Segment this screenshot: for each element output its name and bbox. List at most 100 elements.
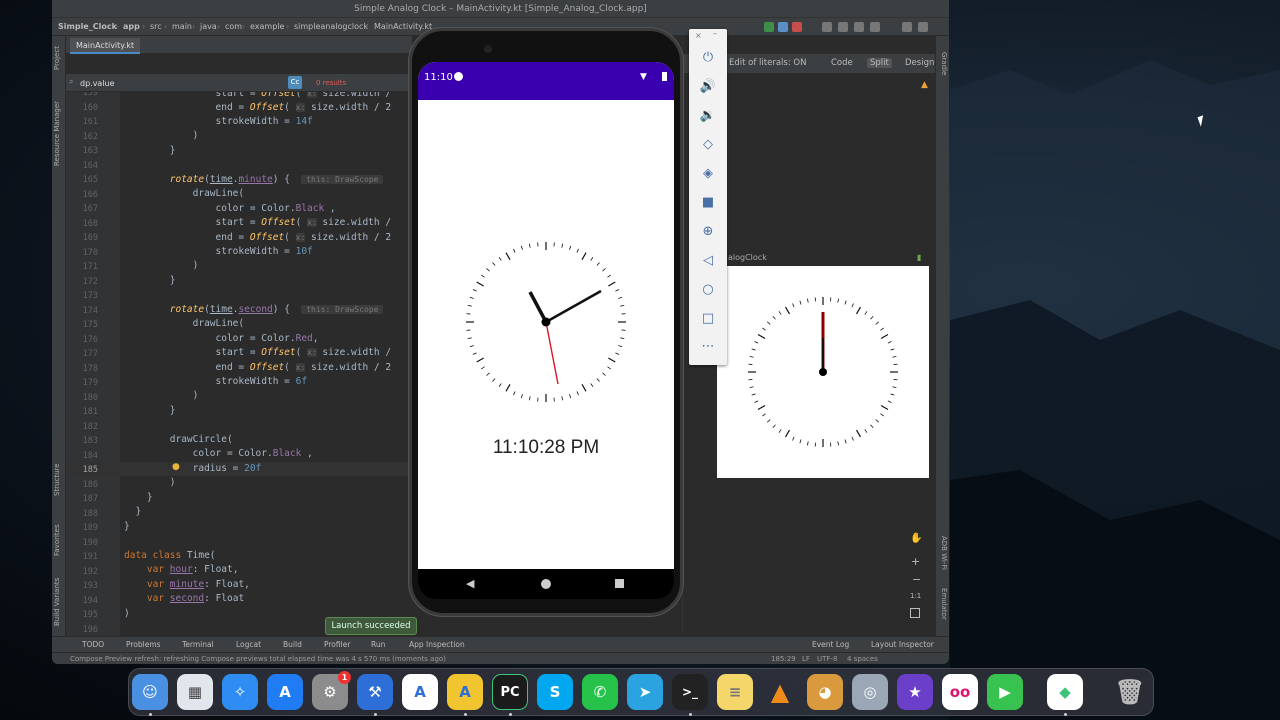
screenshot-icon[interactable]: ■: [698, 193, 718, 213]
find-input[interactable]: [80, 76, 270, 90]
pycharm-icon[interactable]: PC: [492, 674, 528, 710]
breadcrumb-java[interactable]: java: [200, 18, 217, 36]
breadcrumb-example[interactable]: example: [250, 18, 284, 36]
compose-preview-clock[interactable]: [717, 266, 929, 478]
breadcrumb-app[interactable]: app: [123, 18, 140, 36]
system-preferences-icon[interactable]: ⚙ 1: [312, 671, 351, 710]
tab-mainactivity[interactable]: MainActivity.kt: [70, 38, 141, 54]
volume-down-icon[interactable]: 🔉: [698, 106, 718, 126]
tool-structure[interactable]: Structure: [53, 463, 61, 496]
breadcrumb-project[interactable]: Simple_Clock: [58, 18, 117, 36]
tool-gradle[interactable]: Gradle: [940, 52, 948, 75]
zoom-in-icon[interactable]: +: [911, 555, 920, 568]
search-icon[interactable]: [902, 22, 912, 32]
tool-build-variants[interactable]: Build Variants: [53, 578, 61, 626]
flickr-icon[interactable]: oo: [942, 674, 978, 710]
tool-project[interactable]: Project: [53, 46, 61, 70]
terminal-icon[interactable]: >_: [672, 674, 708, 710]
preview-deploy-icon[interactable]: ▮: [917, 253, 921, 262]
finder-icon[interactable]: ☺: [132, 674, 168, 710]
android-studio-icon[interactable]: A: [447, 674, 483, 710]
code-view-button[interactable]: Code: [831, 58, 853, 68]
skype-icon[interactable]: S: [537, 674, 573, 710]
sdk-manager-icon[interactable]: [854, 22, 864, 32]
tool-build[interactable]: Build: [283, 637, 302, 653]
zoom-reset-button[interactable]: 1:1: [910, 592, 921, 600]
breadcrumb-com[interactable]: com: [225, 18, 242, 36]
tool-resource-manager[interactable]: Resource Manager: [53, 101, 61, 166]
avd-manager-icon[interactable]: [838, 22, 848, 32]
file-encoding[interactable]: UTF-8: [817, 653, 837, 664]
screen-capture-icon[interactable]: ◎: [852, 674, 888, 710]
tool-run[interactable]: Run: [371, 637, 385, 653]
tool-adb-wifi[interactable]: ADB Wi-Fi: [940, 536, 948, 570]
split-view-button[interactable]: Split: [867, 58, 892, 68]
volume-up-icon[interactable]: 🔊: [698, 77, 718, 97]
breadcrumb-main[interactable]: main: [172, 18, 192, 36]
facetime-icon[interactable]: ▶: [987, 674, 1023, 710]
clock-tick: [751, 348, 756, 351]
design-view-button[interactable]: Design: [905, 58, 934, 68]
tool-terminal[interactable]: Terminal: [182, 637, 214, 653]
cyberduck-icon[interactable]: ◕: [807, 674, 843, 710]
literals-toggle[interactable]: Edit of literals: ON: [729, 58, 806, 68]
clock-tick: [784, 429, 791, 438]
line-separator[interactable]: LF: [802, 653, 810, 664]
vlc-icon[interactable]: ▲: [762, 674, 798, 710]
more-icon[interactable]: ⋯: [698, 337, 718, 357]
settings-icon[interactable]: [918, 22, 928, 32]
zoom-icon[interactable]: ⊕: [698, 222, 718, 242]
debug-icon[interactable]: [778, 22, 788, 32]
breadcrumb-src[interactable]: src: [150, 18, 162, 36]
back-icon[interactable]: ◀: [466, 577, 474, 590]
tool-emulator[interactable]: Emulator: [940, 588, 948, 620]
tool-app-inspection[interactable]: App Inspection: [409, 637, 465, 653]
tool-profiler[interactable]: Profiler: [324, 637, 350, 653]
caret-position[interactable]: 185:29: [771, 653, 796, 664]
battery-icon: [662, 72, 667, 81]
clock-tick: [792, 436, 795, 441]
telegram-icon[interactable]: ➤: [627, 674, 663, 710]
home-icon[interactable]: [541, 579, 551, 589]
code-editor[interactable]: 159 160 161 162 163 164 165 166 167 168 169 170 171 1…: [66, 92, 412, 636]
back-icon[interactable]: ◁: [698, 251, 718, 271]
app-store-icon[interactable]: A: [267, 674, 303, 710]
imovie-icon[interactable]: ★: [897, 674, 933, 710]
phone-screen[interactable]: 11:10 ▼ 11:10:28 PM: [418, 62, 674, 569]
sync-icon[interactable]: [822, 22, 832, 32]
trash-icon[interactable]: 🗑: [1112, 674, 1148, 710]
minimize-icon[interactable]: –: [713, 29, 717, 38]
indent-setting[interactable]: 4 spaces: [847, 653, 878, 664]
power-icon[interactable]: ⏻: [698, 48, 718, 68]
zoom-fit-icon[interactable]: [910, 608, 920, 618]
overview-icon[interactable]: □: [698, 309, 718, 329]
rotate-right-icon[interactable]: ◈: [698, 164, 718, 184]
close-icon[interactable]: ×: [695, 31, 702, 40]
whatsapp-icon[interactable]: ✆: [582, 674, 618, 710]
android-studio-alt-icon[interactable]: A: [402, 674, 438, 710]
tool-layout-inspector[interactable]: Layout Inspector: [871, 637, 934, 653]
tool-favorites[interactable]: Favorites: [53, 524, 61, 556]
find-bar: ⌕ Cc 0 results: [66, 74, 412, 92]
inspector-icon[interactable]: [870, 22, 880, 32]
tool-problems[interactable]: Problems: [126, 637, 161, 653]
warning-icon[interactable]: ▲: [921, 80, 928, 90]
match-case-toggle[interactable]: Cc: [288, 76, 302, 89]
xcode-icon[interactable]: ⚒: [357, 674, 393, 710]
home-icon[interactable]: ○: [698, 280, 718, 300]
tool-event-log[interactable]: Event Log: [812, 637, 849, 653]
hand-icon[interactable]: ✋: [910, 533, 922, 544]
stop-icon[interactable]: [792, 22, 802, 32]
tool-todo[interactable]: TODO: [82, 637, 104, 653]
android-emulator-icon[interactable]: ◆: [1047, 674, 1083, 710]
tool-logcat[interactable]: Logcat: [236, 637, 261, 653]
overview-icon[interactable]: [615, 579, 624, 588]
rotate-left-icon[interactable]: ◇: [698, 135, 718, 155]
stickies-icon[interactable]: ≡: [717, 674, 753, 710]
safari-icon[interactable]: ✧: [222, 674, 258, 710]
run-icon[interactable]: [764, 22, 774, 32]
zoom-out-icon[interactable]: −: [912, 573, 921, 586]
launchpad-icon[interactable]: ▦: [177, 674, 213, 710]
hour-hand: [528, 291, 548, 323]
breadcrumb-package[interactable]: simpleanalogclock: [294, 18, 368, 36]
